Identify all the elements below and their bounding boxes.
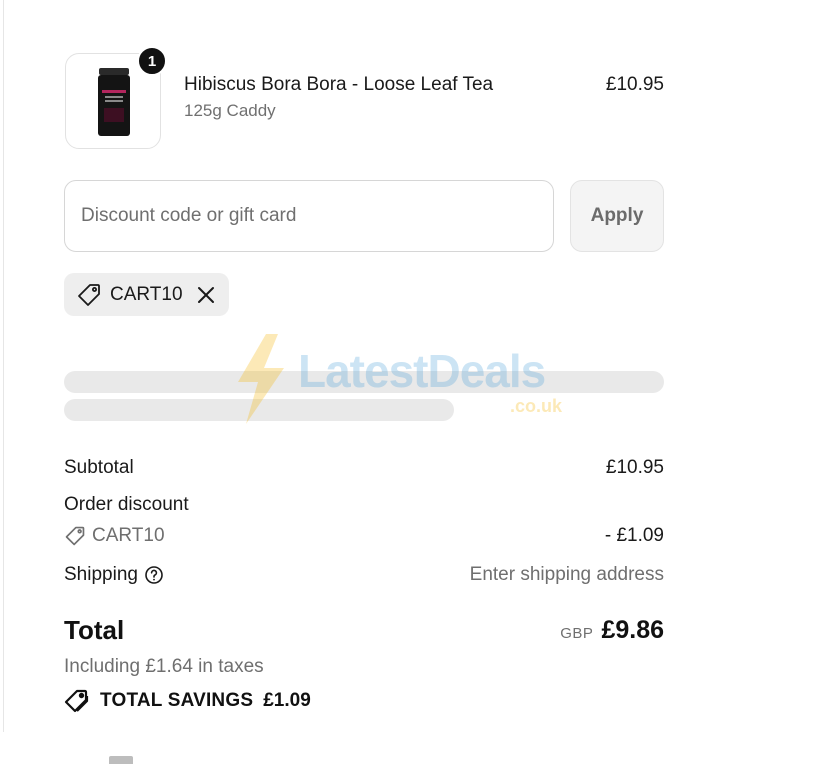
applied-discount-chip: CART10 xyxy=(64,273,229,316)
loading-skeleton-bar xyxy=(64,399,454,421)
shipping-row: Shipping xyxy=(64,564,164,586)
subtotal-value: £10.95 xyxy=(605,457,664,478)
total-amount-group: GBP £9.86 xyxy=(560,616,664,645)
loading-skeleton-bar xyxy=(64,371,664,393)
order-discount-code-label: CART10 xyxy=(92,525,165,546)
savings-label: TOTAL SAVINGS xyxy=(100,690,254,711)
product-variant: 125g Caddy xyxy=(184,101,276,120)
order-discount-value: - £1.09 xyxy=(604,525,664,546)
help-question-icon[interactable] xyxy=(144,565,164,585)
order-discount-code: CART10 xyxy=(64,525,165,547)
apply-discount-button[interactable]: Apply xyxy=(570,180,664,252)
savings-tag-icon xyxy=(64,688,90,714)
total-savings: TOTAL SAVINGS £1.09 xyxy=(64,688,311,714)
applied-code-label: CART10 xyxy=(110,283,183,305)
product-title: Hibiscus Bora Bora - Loose Leaf Tea xyxy=(184,74,494,95)
tea-tin-icon xyxy=(98,68,130,141)
remove-discount-close-icon[interactable] xyxy=(195,284,217,306)
subtotal-label: Subtotal xyxy=(64,457,134,478)
total-label: Total xyxy=(64,615,125,645)
order-discount-label: Order discount xyxy=(64,494,189,515)
currency-code: GBP xyxy=(560,625,594,642)
savings-value: £1.09 xyxy=(263,690,311,711)
partial-bottom-element xyxy=(109,756,133,764)
tag-icon xyxy=(76,282,102,308)
left-panel-divider xyxy=(3,0,4,732)
total-value: £9.86 xyxy=(601,616,664,644)
tax-note: Including £1.64 in taxes xyxy=(64,656,264,677)
tag-icon xyxy=(64,525,86,547)
shipping-label: Shipping xyxy=(64,564,138,585)
shipping-value: Enter shipping address xyxy=(469,564,664,585)
discount-code-input[interactable] xyxy=(64,180,554,252)
product-price: £10.95 xyxy=(605,74,664,95)
watermark-subtext: .co.uk xyxy=(510,396,563,416)
quantity-badge: 1 xyxy=(137,46,167,76)
